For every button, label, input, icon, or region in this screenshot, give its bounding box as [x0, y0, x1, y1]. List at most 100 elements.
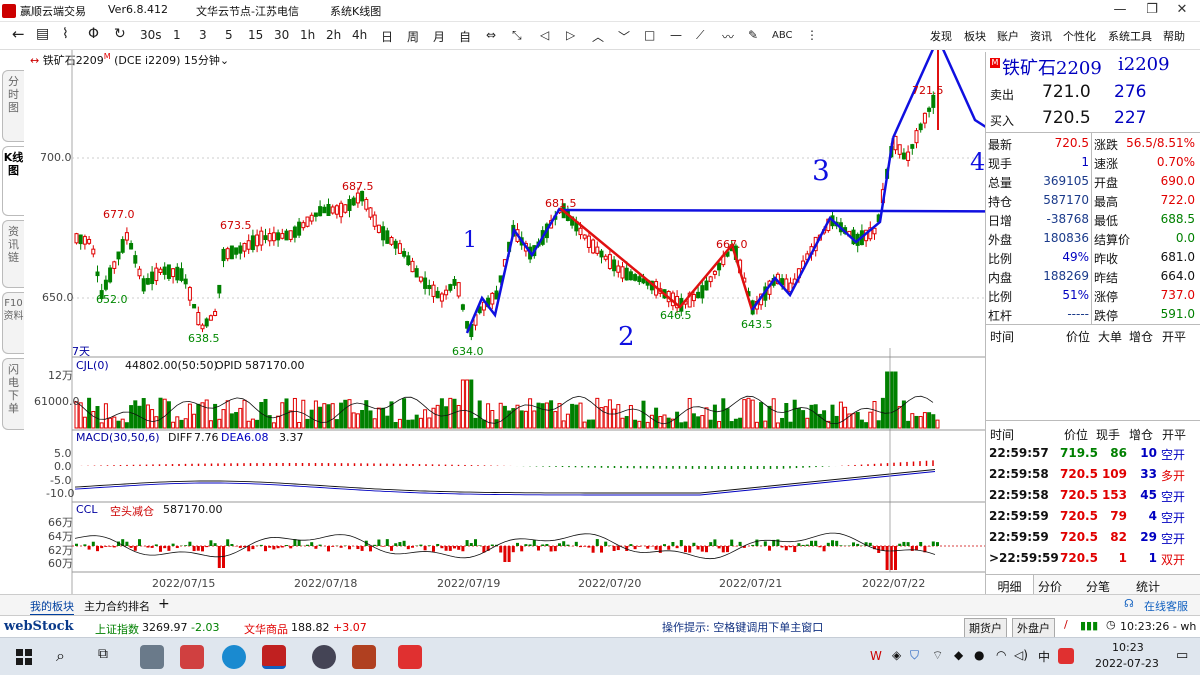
windows-start-icon[interactable]	[16, 649, 32, 665]
more-icon[interactable]: ⋮	[806, 28, 818, 42]
back-icon[interactable]: ←	[12, 25, 25, 43]
abc-button[interactable]: ABC	[772, 30, 793, 41]
volume-bar	[658, 416, 663, 429]
left-icon[interactable]: ◁	[540, 28, 549, 42]
minimize-button[interactable]: —	[1110, 2, 1130, 17]
menu-sector[interactable]: 板块	[964, 28, 986, 44]
square-icon[interactable]: □	[644, 28, 655, 42]
search-icon[interactable]: ⌕	[56, 646, 65, 666]
ccl-bar	[385, 539, 389, 546]
up-icon[interactable]: ︿	[592, 28, 604, 45]
ccl-bar	[348, 546, 351, 550]
trend-icon[interactable]: ⌇	[62, 26, 69, 42]
candle	[305, 216, 310, 227]
candle	[297, 221, 302, 236]
stat-value: 681.0	[1160, 250, 1195, 264]
tray-shield-icon[interactable]: ⛉	[910, 648, 919, 663]
wave-icon[interactable]: 〰	[722, 28, 734, 45]
tab-stats[interactable]: 统计	[1136, 578, 1160, 595]
menu-personalize[interactable]: 个性化	[1063, 28, 1096, 44]
period-15[interactable]: 15	[248, 28, 263, 42]
right-icon[interactable]: ▷	[566, 28, 575, 42]
tray-app-icon[interactable]: ◆	[954, 648, 963, 662]
menu-news[interactable]: 资讯	[1030, 28, 1052, 44]
stat-value: 51%	[1062, 288, 1089, 302]
candle	[927, 107, 932, 112]
wh6-app-icon[interactable]	[262, 645, 286, 669]
pen-icon[interactable]: ✎	[748, 28, 758, 42]
draw-line-icon[interactable]: ⟋	[696, 28, 704, 43]
ccl-bar	[595, 539, 599, 546]
stat-row: 总量 369105 开盘 690.0	[986, 172, 1200, 192]
tab-price-dist[interactable]: 分价	[1038, 578, 1062, 595]
tray-s-icon[interactable]	[1058, 648, 1074, 664]
period-4h[interactable]: 4h	[352, 28, 367, 42]
tray-security-icon[interactable]: ◈	[892, 648, 901, 662]
game-app-icon[interactable]	[312, 645, 336, 669]
period-3[interactable]: 3	[199, 28, 207, 42]
ccl-bar	[188, 541, 192, 546]
paint-app-icon[interactable]	[180, 645, 204, 669]
ccl-bar	[936, 542, 939, 546]
volume-bar	[931, 414, 936, 429]
period-5[interactable]: 5	[225, 28, 233, 42]
restore-button[interactable]: ❐	[1142, 2, 1162, 17]
period-day[interactable]: 日	[381, 28, 393, 45]
title-bar: 赢顺云端交易 Ver6.8.412 文华云节点-江苏电信 系统K线图 — ❐ ✕	[0, 0, 1200, 22]
headset-icon[interactable]: ☊	[1124, 597, 1134, 610]
period-custom[interactable]: 自	[459, 28, 471, 45]
online-service-link[interactable]: 在线客服	[1144, 598, 1188, 614]
stat-label: 持仓	[988, 195, 1013, 209]
tab-tick[interactable]: 分笔	[1086, 578, 1110, 595]
refresh-icon[interactable]: ↻	[114, 26, 126, 42]
line-icon[interactable]: —	[670, 28, 682, 42]
period-30s[interactable]: 30s	[140, 28, 162, 42]
list-icon[interactable]: ▤	[36, 26, 49, 42]
tray-w-icon[interactable]: W	[870, 649, 882, 663]
ime-indicator[interactable]: 中	[1038, 648, 1050, 665]
tray-wifi-icon[interactable]: ◠	[996, 648, 1006, 662]
wave-number: 1	[463, 228, 477, 253]
candle	[586, 235, 591, 248]
notification-icon[interactable]: ▭	[1176, 648, 1188, 663]
expand-icon[interactable]: ⤡	[512, 28, 522, 43]
status-clock: 10:23:26 - wh	[1120, 620, 1197, 633]
tray-qq-icon[interactable]: ●	[974, 648, 984, 662]
volume-bar	[154, 416, 159, 429]
stat-row: 比例 51% 涨停 737.0	[986, 286, 1200, 306]
foreign-account-button[interactable]: 外盘户	[1012, 618, 1055, 638]
period-30[interactable]: 30	[274, 28, 289, 42]
calculator-icon[interactable]	[140, 645, 164, 669]
wps-icon[interactable]	[398, 645, 422, 669]
candle-icon[interactable]: Φ	[88, 26, 99, 42]
red-app-icon[interactable]	[352, 645, 376, 669]
menu-help[interactable]: 帮助	[1163, 28, 1185, 44]
volume-bar	[355, 413, 360, 429]
tab-my-sector[interactable]: 我的板块	[30, 598, 74, 616]
compress-icon[interactable]: ⇔	[486, 28, 496, 42]
add-tab-button[interactable]: +	[158, 596, 170, 612]
tray-network-icon[interactable]: ⌔	[932, 648, 943, 663]
down-icon[interactable]: ﹀	[618, 28, 630, 45]
menu-tools[interactable]: 系统工具	[1108, 28, 1152, 44]
edge-browser-icon[interactable]	[222, 645, 246, 669]
candle	[906, 151, 911, 161]
tab-detail[interactable]: 明细	[986, 575, 1034, 595]
menu-account[interactable]: 账户	[997, 28, 1019, 44]
task-view-icon[interactable]: ⧉	[98, 646, 108, 662]
menu-discover[interactable]: 发现	[930, 28, 952, 44]
period-week[interactable]: 周	[407, 28, 419, 45]
period-1[interactable]: 1	[173, 28, 181, 42]
tray-volume-icon[interactable]: ◁)	[1014, 648, 1028, 662]
candle	[280, 233, 285, 239]
futures-account-button[interactable]: 期货户	[964, 618, 1007, 638]
period-1h[interactable]: 1h	[300, 28, 315, 42]
period-2h[interactable]: 2h	[326, 28, 341, 42]
period-month[interactable]: 月	[433, 28, 445, 45]
candle	[250, 235, 255, 251]
tick-volume: 1	[1118, 551, 1127, 565]
volume-bar	[250, 418, 255, 429]
ccl-value: 587170.00	[163, 503, 223, 516]
tab-ranking[interactable]: 主力合约排名	[84, 598, 150, 614]
close-button[interactable]: ✕	[1172, 2, 1192, 17]
